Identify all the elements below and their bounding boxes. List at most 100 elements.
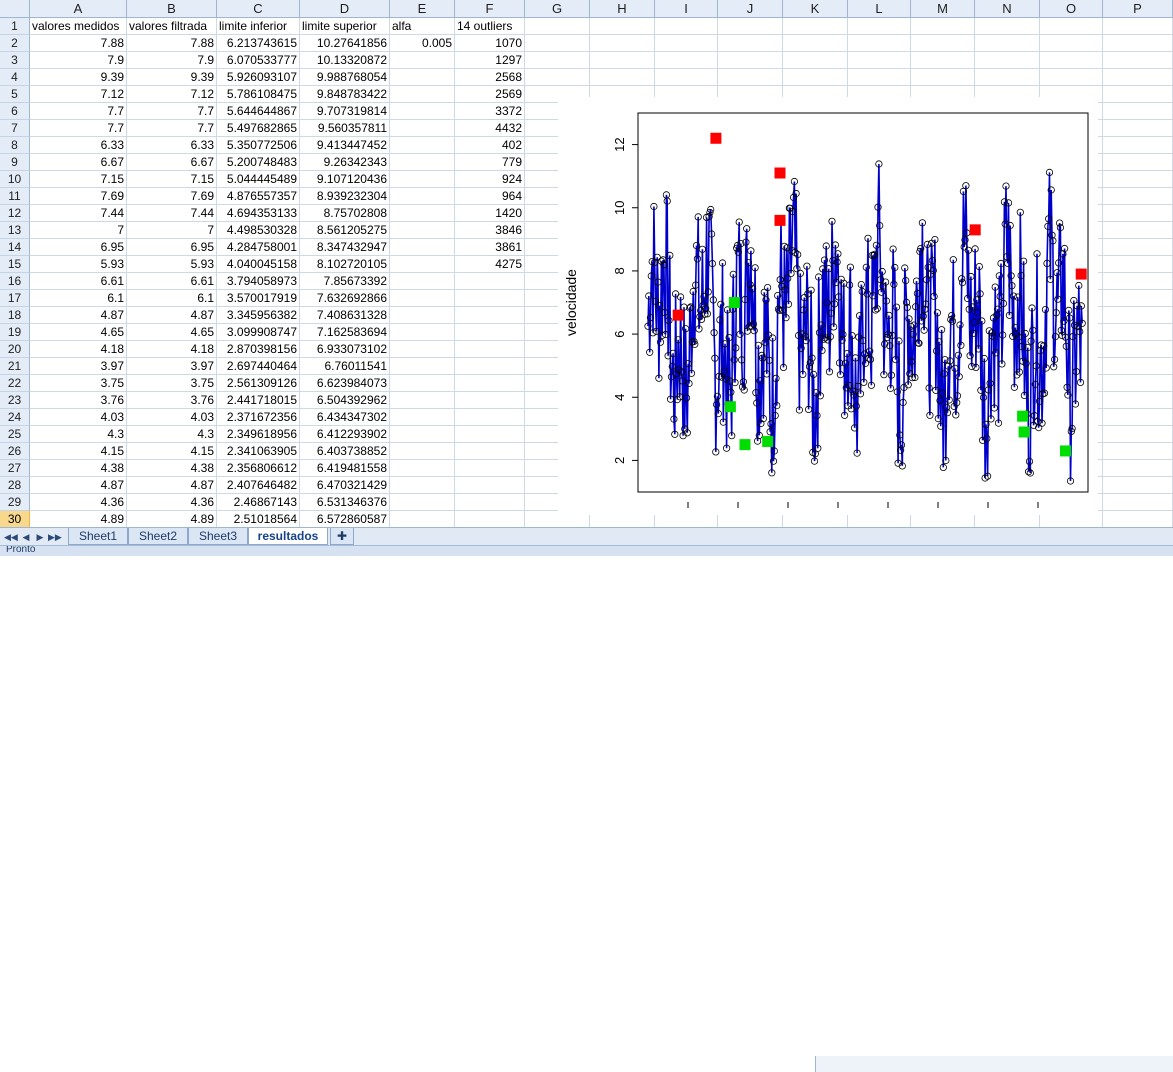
table-cell[interactable] xyxy=(455,392,525,409)
table-cell[interactable] xyxy=(1103,86,1173,103)
table-cell[interactable]: 2.441718015 xyxy=(217,392,300,409)
table-cell[interactable] xyxy=(975,69,1040,86)
table-cell[interactable]: 8.561205275 xyxy=(300,222,390,239)
tab-sheet1[interactable]: Sheet1 xyxy=(68,528,128,545)
column-header[interactable]: E xyxy=(390,0,455,18)
table-cell[interactable]: 4.3 xyxy=(127,426,217,443)
table-cell[interactable]: 3.345956382 xyxy=(217,307,300,324)
column-header[interactable]: C xyxy=(217,0,300,18)
table-cell[interactable]: 402 xyxy=(455,137,525,154)
table-cell[interactable]: 3.570017919 xyxy=(217,290,300,307)
table-cell[interactable]: 5.200748483 xyxy=(217,154,300,171)
table-cell[interactable]: 4.89 xyxy=(30,511,127,527)
row-header[interactable]: 27 xyxy=(0,460,30,477)
row-header[interactable]: 18 xyxy=(0,307,30,324)
table-cell[interactable]: 3.97 xyxy=(30,358,127,375)
table-cell[interactable] xyxy=(390,171,455,188)
table-cell[interactable]: 4.18 xyxy=(127,341,217,358)
table-cell[interactable] xyxy=(783,18,848,35)
column-header[interactable]: A xyxy=(30,0,127,18)
row-header[interactable]: 5 xyxy=(0,86,30,103)
table-cell[interactable] xyxy=(1103,52,1173,69)
table-cell[interactable] xyxy=(718,69,783,86)
table-cell[interactable]: 2.561309126 xyxy=(217,375,300,392)
table-cell[interactable] xyxy=(1103,375,1173,392)
table-cell[interactable] xyxy=(848,35,911,52)
row-header[interactable]: 10 xyxy=(0,171,30,188)
row-header[interactable]: 29 xyxy=(0,494,30,511)
table-cell[interactable] xyxy=(390,52,455,69)
table-cell[interactable] xyxy=(1103,290,1173,307)
table-cell[interactable] xyxy=(390,188,455,205)
row-header[interactable]: 15 xyxy=(0,256,30,273)
table-cell[interactable] xyxy=(390,324,455,341)
table-cell[interactable] xyxy=(911,35,975,52)
table-cell[interactable] xyxy=(1103,137,1173,154)
row-header[interactable]: 7 xyxy=(0,120,30,137)
row-header[interactable]: 8 xyxy=(0,137,30,154)
table-cell[interactable]: 6.403738852 xyxy=(300,443,390,460)
table-cell[interactable]: 6.61 xyxy=(127,273,217,290)
table-cell[interactable] xyxy=(848,18,911,35)
table-cell[interactable]: alfa xyxy=(390,18,455,35)
table-cell[interactable]: 9.39 xyxy=(30,69,127,86)
table-cell[interactable]: 6.95 xyxy=(30,239,127,256)
row-header[interactable]: 12 xyxy=(0,205,30,222)
row-header[interactable]: 2 xyxy=(0,35,30,52)
table-cell[interactable]: 7 xyxy=(30,222,127,239)
column-header[interactable]: G xyxy=(525,0,590,18)
table-cell[interactable] xyxy=(975,35,1040,52)
table-cell[interactable] xyxy=(390,494,455,511)
table-cell[interactable] xyxy=(783,35,848,52)
table-cell[interactable]: 5.350772506 xyxy=(217,137,300,154)
table-cell[interactable] xyxy=(390,290,455,307)
table-cell[interactable] xyxy=(911,18,975,35)
table-cell[interactable]: 2.341063905 xyxy=(217,443,300,460)
table-cell[interactable] xyxy=(1103,171,1173,188)
table-cell[interactable] xyxy=(455,477,525,494)
table-cell[interactable]: 6.1 xyxy=(30,290,127,307)
spreadsheet-grid[interactable]: ABCDEFGHIJKLMNOP 1 2 3 4 5 6 7 8 9 10 11 12 13 14 15 16… xyxy=(0,0,1173,527)
table-cell[interactable]: 0.005 xyxy=(390,35,455,52)
table-cell[interactable] xyxy=(390,443,455,460)
table-cell[interactable]: 3372 xyxy=(455,103,525,120)
table-cell[interactable]: 5.93 xyxy=(30,256,127,273)
table-cell[interactable] xyxy=(975,18,1040,35)
velocity-chart[interactable]: 2 4 6 8 10 12 velocidade xyxy=(558,97,1098,515)
table-cell[interactable]: 2.356806612 xyxy=(217,460,300,477)
table-cell[interactable] xyxy=(911,52,975,69)
table-cell[interactable]: 6.434347302 xyxy=(300,409,390,426)
table-cell[interactable]: 7 xyxy=(127,222,217,239)
table-cell[interactable]: 4.87 xyxy=(30,307,127,324)
table-cell[interactable]: 10.27641856 xyxy=(300,35,390,52)
table-cell[interactable] xyxy=(1103,358,1173,375)
table-cell[interactable]: 4.15 xyxy=(30,443,127,460)
table-cell[interactable]: 7.15 xyxy=(30,171,127,188)
table-cell[interactable]: 7.44 xyxy=(30,205,127,222)
table-cell[interactable]: 6.67 xyxy=(30,154,127,171)
table-cell[interactable] xyxy=(1040,52,1103,69)
table-cell[interactable]: valores medidos xyxy=(30,18,127,35)
table-cell[interactable]: 6.213743615 xyxy=(217,35,300,52)
table-cell[interactable]: 7.9 xyxy=(30,52,127,69)
column-header[interactable]: O xyxy=(1040,0,1103,18)
table-cell[interactable] xyxy=(975,52,1040,69)
table-cell[interactable] xyxy=(1103,256,1173,273)
table-cell[interactable] xyxy=(1103,443,1173,460)
table-cell[interactable]: 7.44 xyxy=(127,205,217,222)
table-cell[interactable]: 6.572860587 xyxy=(300,511,390,527)
table-cell[interactable]: 2.697440464 xyxy=(217,358,300,375)
table-cell[interactable]: 6.1 xyxy=(127,290,217,307)
table-cell[interactable]: 10.13320872 xyxy=(300,52,390,69)
table-cell[interactable] xyxy=(1103,188,1173,205)
table-cell[interactable] xyxy=(1103,341,1173,358)
column-header[interactable]: M xyxy=(911,0,975,18)
table-cell[interactable]: 6.67 xyxy=(127,154,217,171)
table-cell[interactable]: 3.75 xyxy=(30,375,127,392)
table-cell[interactable]: 1070 xyxy=(455,35,525,52)
table-cell[interactable]: 3.76 xyxy=(127,392,217,409)
table-cell[interactable]: 4.498530328 xyxy=(217,222,300,239)
table-cell[interactable] xyxy=(455,375,525,392)
table-cell[interactable]: 2.407646482 xyxy=(217,477,300,494)
table-cell[interactable] xyxy=(911,69,975,86)
